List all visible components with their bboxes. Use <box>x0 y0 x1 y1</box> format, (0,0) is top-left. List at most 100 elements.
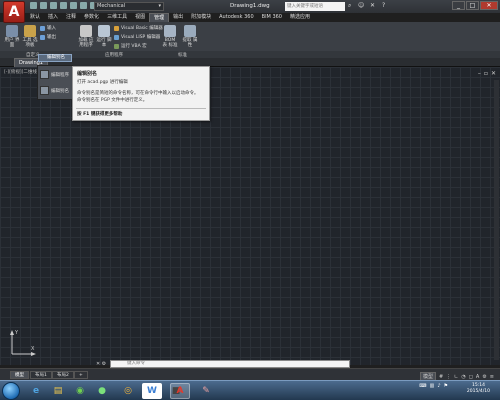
save-icon[interactable] <box>50 2 57 9</box>
dropdown-item-edit-program[interactable]: 编辑程序 <box>40 70 69 79</box>
exchange-icon[interactable]: ✕ <box>370 2 378 11</box>
osnap-icon[interactable]: ◻ <box>469 374 473 380</box>
search-input[interactable]: 键入关键字或短语 <box>285 2 345 11</box>
ortho-icon[interactable]: ∟ <box>454 374 458 380</box>
bom-label: BOM 表 标准 <box>162 38 178 48</box>
edit-program-label: 编辑程序 <box>51 72 69 78</box>
workspace-name: Mechanical <box>97 3 126 9</box>
tool-palettes-icon <box>24 25 36 37</box>
tab-8[interactable]: 附加模块 <box>187 13 215 22</box>
annotation-scale-icon[interactable]: A <box>476 374 479 380</box>
tab-6[interactable]: 管理 <box>149 13 170 22</box>
extract-attributes-button[interactable]: 提取 属性 <box>182 25 198 48</box>
minimize-button[interactable]: _ <box>452 1 465 10</box>
polar-icon[interactable]: ◔ <box>461 374 465 380</box>
maximize-button[interactable]: □ <box>466 1 479 10</box>
tooltip-help-hint: 按 F1 键获得更多帮助 <box>77 112 123 117</box>
user-interface-icon <box>6 25 18 37</box>
customization-icon[interactable]: ≡ <box>490 374 494 380</box>
ucs-icon: Y X <box>10 330 36 356</box>
new-file-icon[interactable] <box>30 2 37 9</box>
print-icon[interactable] <box>70 2 77 9</box>
command-close-icon[interactable]: ✕ <box>96 361 100 367</box>
start-button[interactable] <box>2 382 20 400</box>
tab-10[interactable]: BIM 360 <box>258 13 286 22</box>
snap-icon[interactable]: ⋮ <box>446 374 451 380</box>
viewport-restore-icon[interactable]: ▫ <box>484 70 488 77</box>
grid-icon[interactable]: # <box>439 374 443 380</box>
tab-model[interactable]: 模型 <box>10 371 29 379</box>
tab-5[interactable]: 视图 <box>131 13 149 22</box>
tooltip-divider <box>76 108 206 109</box>
close-button[interactable]: ✕ <box>480 1 498 10</box>
edit-aliases-button-active[interactable]: 编辑别名 <box>38 54 72 62</box>
tab-layout2[interactable]: 布局2 <box>52 371 74 379</box>
system-clock[interactable]: 15:14 2015/4/10 <box>467 383 490 395</box>
open-file-icon[interactable] <box>40 2 47 9</box>
autocad-taskbar-icon[interactable]: A <box>170 383 190 399</box>
vb-editor-label: Visual Basic 编辑器 <box>121 26 163 31</box>
run-vba-icon <box>114 43 119 49</box>
save-as-icon[interactable] <box>60 2 67 9</box>
browser-taskbar-icon[interactable]: ◉ <box>70 383 90 399</box>
flag-icon[interactable]: ⚑ <box>444 383 448 389</box>
tooltip-title: 编辑别名 <box>77 71 98 77</box>
help-icon[interactable]: ? <box>382 2 390 11</box>
bom-icon <box>164 25 176 37</box>
user-interface-button[interactable]: 用户 界面 <box>4 25 20 48</box>
export-button[interactable]: 输出 <box>40 34 56 40</box>
tooltip-description-1: 命令别名是简短的命令名称，可在命令行中输入以启动命令。 <box>77 91 199 96</box>
tab-7[interactable]: 输出 <box>169 13 187 22</box>
wechat-taskbar-icon[interactable]: ● <box>92 383 112 399</box>
tab-4[interactable]: 三维工具 <box>103 13 131 22</box>
workspace-gear-icon[interactable]: ⚙ <box>482 374 486 380</box>
import-icon <box>40 25 45 31</box>
chrome-taskbar-icon[interactable]: ◎ <box>118 383 138 399</box>
edit-aliases-label: 编辑别名 <box>51 88 69 94</box>
clock-date: 2015/4/10 <box>466 389 490 394</box>
import-button[interactable]: 输入 <box>40 25 56 31</box>
title-bar: Mechanical ▾ Drawing1.dwg 键入关键字或短语 ⌕ ☺ ✕… <box>0 0 500 13</box>
vb-editor-icon <box>114 25 119 31</box>
viewport-close-icon[interactable]: ✕ <box>491 70 496 77</box>
vb-editor-button[interactable]: Visual Basic 编辑器 <box>114 25 163 31</box>
autocad-logo-button[interactable]: A <box>3 1 25 23</box>
ie-taskbar-icon[interactable]: e <box>26 383 46 399</box>
explorer-taskbar-icon[interactable]: ▤ <box>48 383 68 399</box>
navigation-bar[interactable] <box>494 80 499 360</box>
add-layout-button[interactable]: + <box>74 371 88 379</box>
tab-11[interactable]: 精选应用 <box>286 13 314 22</box>
run-script-button[interactable]: 运行 脚本 <box>96 25 112 48</box>
tab-9[interactable]: Autodesk 360 <box>215 13 258 22</box>
command-line-input[interactable]: 键入命令 <box>110 360 350 368</box>
word-taskbar-icon[interactable]: W <box>142 383 162 399</box>
load-application-icon <box>80 25 92 37</box>
tab-3[interactable]: 参数化 <box>80 13 103 22</box>
tool-palettes-button[interactable]: 工具 选项板 <box>22 25 38 48</box>
tab-layout1[interactable]: 布局1 <box>30 371 52 379</box>
viewport-minimize-icon[interactable]: – <box>478 70 481 77</box>
tab-2[interactable]: 注释 <box>62 13 80 22</box>
load-application-button[interactable]: 加载 应用程序 <box>78 25 94 48</box>
command-settings-icon[interactable]: ⚙ <box>102 361 106 367</box>
window-controls: _ □ ✕ <box>452 1 498 10</box>
vlisp-editor-button[interactable]: Visual LISP 编辑器 <box>114 34 160 40</box>
quick-access-toolbar <box>30 2 97 9</box>
keyboard-icon[interactable]: ⌨ <box>419 383 426 389</box>
workspace-select[interactable]: Mechanical ▾ <box>94 2 164 11</box>
edit-aliases-icon <box>40 86 49 95</box>
tool-palettes-label: 工具 选项板 <box>22 38 38 48</box>
export-label: 输出 <box>47 35 56 40</box>
dropdown-item-edit-aliases[interactable]: 编辑别名 <box>40 86 69 95</box>
user-icon[interactable]: ☺ <box>358 2 366 11</box>
volume-icon[interactable]: ♪ <box>437 383 440 389</box>
tab-1[interactable]: 插入 <box>44 13 62 22</box>
bom-standards-button[interactable]: BOM 表 标准 <box>162 25 178 48</box>
network-icon[interactable]: ▥ <box>430 383 435 389</box>
search-icon[interactable]: ⌕ <box>348 2 356 11</box>
ribbon-panel-titles: 自定义 应用程序 标准 <box>0 51 500 58</box>
undo-icon[interactable] <box>80 2 87 9</box>
paint-taskbar-icon[interactable]: ✎ <box>196 383 216 399</box>
tab-0[interactable]: 默认 <box>26 13 44 22</box>
run-vba-button[interactable]: 运行 VBA 宏 <box>114 43 147 49</box>
